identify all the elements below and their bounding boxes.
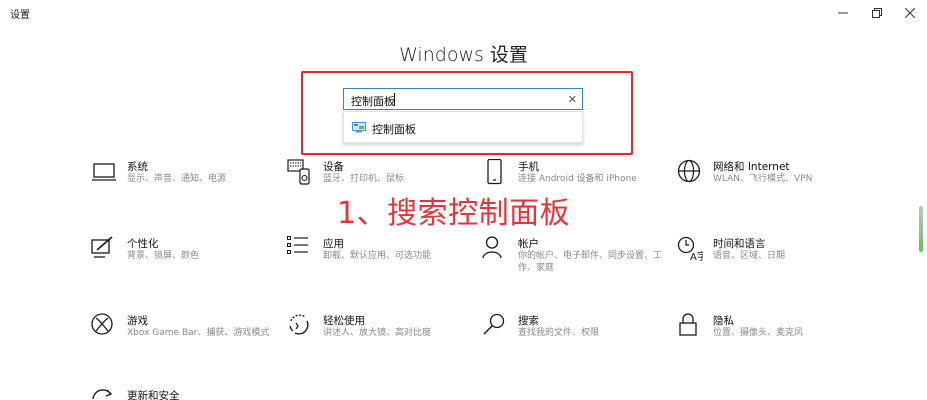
tile-apps[interactable]: 应用 卸载、默认应用、可选功能	[287, 236, 477, 286]
tile-name: 游戏	[127, 315, 148, 327]
tile-name: 帐户	[518, 238, 539, 250]
tile-description: 查找我的文件、权限	[518, 328, 600, 338]
tile-description: 语音、区域、日期	[713, 251, 786, 261]
tile-personalization[interactable]: 个性化 背景、锁屏、颜色	[91, 236, 281, 286]
minimize-button[interactable]	[826, 0, 860, 26]
tile-name: 时间和语言	[713, 238, 766, 250]
tile-name: 设备	[323, 161, 344, 173]
personalization-icon	[91, 236, 113, 258]
title-bar: 设置	[0, 0, 927, 26]
tile-name: 手机	[518, 161, 539, 173]
restore-button[interactable]	[860, 0, 894, 26]
scrollbar-thumb[interactable]	[919, 206, 923, 252]
tile-description: 背景、锁屏、颜色	[127, 251, 200, 261]
close-icon	[905, 8, 915, 18]
ease-of-access-icon	[289, 314, 309, 335]
tile-system[interactable]: 系统 显示、声音、通知、电源	[91, 159, 281, 209]
xbox-icon	[91, 313, 113, 335]
tile-name: 应用	[323, 238, 344, 250]
globe-icon	[677, 159, 701, 183]
laptop-icon	[92, 163, 116, 181]
tile-description: Xbox Game Bar、捕获、游戏模式	[127, 328, 270, 338]
phone-icon	[487, 159, 502, 185]
lock-icon	[679, 313, 697, 336]
tile-update-security[interactable]: 更新和安全	[91, 388, 281, 400]
tile-description: 显示、声音、通知、电源	[127, 174, 227, 184]
tile-name: 个性化	[127, 238, 159, 250]
tile-ease-of-access[interactable]: 轻松使用 讲述人、放大镜、高对比度	[287, 313, 477, 363]
window-title: 设置	[10, 10, 30, 21]
scrollbar[interactable]	[919, 206, 924, 252]
apps-list-icon	[287, 236, 308, 254]
tile-description: 讲述人、放大镜、高对比度	[323, 328, 432, 338]
tile-description: 你的帐户、电子邮件、同步设置、工作、家庭	[518, 251, 663, 273]
tile-description: 蓝牙、打印机、鼠标	[323, 174, 405, 184]
tile-accounts[interactable]: 帐户 你的帐户、电子邮件、同步设置、工作、家庭	[482, 236, 672, 286]
page-title: Windows 设置	[399, 44, 528, 66]
restore-icon	[872, 8, 882, 18]
tile-description: 位置、摄像头、麦克风	[713, 328, 804, 338]
tile-name: 搜索	[518, 315, 539, 327]
tile-name: 轻松使用	[323, 315, 365, 327]
tile-time-language[interactable]: A字 时间和语言 语音、区域、日期	[677, 236, 867, 286]
tile-devices[interactable]: 设备 蓝牙、打印机、鼠标	[287, 159, 477, 209]
minimize-icon	[838, 12, 848, 14]
tile-search[interactable]: 搜索 查找我的文件、权限	[482, 313, 672, 363]
tile-phone[interactable]: 手机 连接 Android 设备和 iPhone	[482, 159, 672, 209]
svg-text:A字: A字	[690, 250, 703, 262]
tile-description: 连接 Android 设备和 iPhone	[518, 174, 637, 184]
tile-network[interactable]: 网络和 Internet WLAN、飞行模式、VPN	[677, 159, 867, 209]
highlight-box	[301, 71, 633, 155]
tile-name: 更新和安全	[127, 390, 180, 400]
tile-name: 隐私	[713, 315, 734, 327]
time-language-icon: A字	[677, 236, 703, 262]
tile-name: 网络和 Internet	[713, 161, 790, 173]
person-icon	[482, 236, 502, 259]
devices-icon	[287, 159, 310, 185]
tile-description: 卸载、默认应用、可选功能	[323, 251, 432, 261]
update-icon	[92, 389, 113, 400]
tile-gaming[interactable]: 游戏 Xbox Game Bar、捕获、游戏模式	[91, 313, 281, 363]
close-button[interactable]	[893, 0, 927, 26]
tile-description: WLAN、飞行模式、VPN	[713, 174, 813, 184]
tile-name: 系统	[127, 161, 148, 173]
search-icon	[483, 313, 505, 335]
tile-privacy[interactable]: 隐私 位置、摄像头、麦克风	[677, 313, 867, 363]
